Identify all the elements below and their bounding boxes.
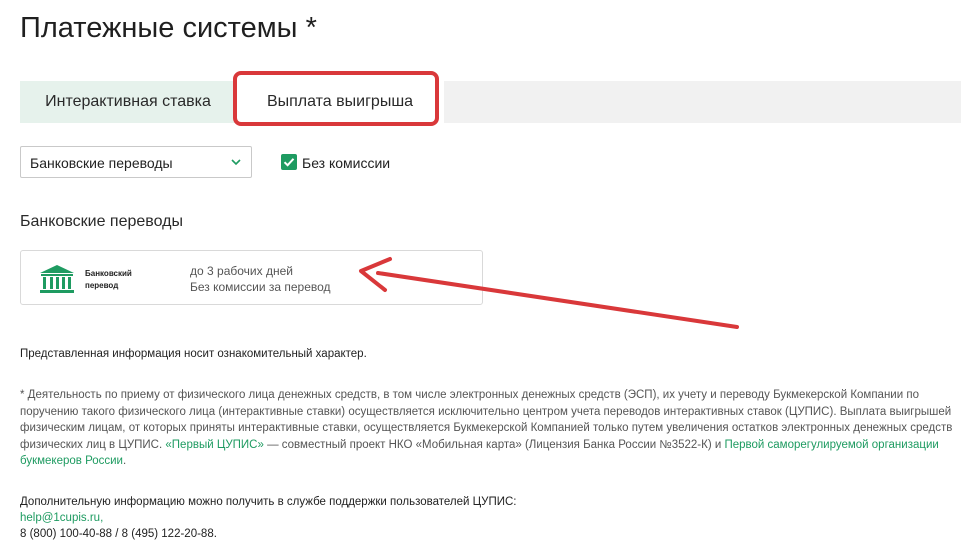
support-info: Дополнительную информацию можно получить…: [20, 494, 517, 542]
support-email-link[interactable]: help@1cupis.ru,: [20, 512, 103, 524]
section-heading: Банковские переводы: [20, 213, 183, 230]
support-phones: 8 (800) 100-40-88 / 8 (495) 122-20-88.: [20, 528, 217, 540]
chevron-down-icon: [231, 159, 241, 166]
info-notice: Представленная информация носит ознакоми…: [20, 348, 367, 360]
first-cupis-link[interactable]: «Первый ЦУПИС»: [165, 439, 264, 451]
transfer-time: до 3 рабочих дней: [190, 264, 293, 278]
legal-footnote: * Деятельность по приему от физического …: [20, 387, 955, 470]
check-icon: [283, 158, 295, 167]
select-value: Банковские переводы: [30, 155, 173, 171]
bank-transfer-name-line1: Банковский: [85, 269, 132, 278]
footnote-text-3: .: [122, 455, 127, 467]
tab-bar: Интерактивная ставка Выплата выигрыша: [20, 81, 961, 123]
support-text: Дополнительную информацию можно получить…: [20, 496, 517, 508]
no-commission-checkbox[interactable]: [281, 154, 297, 170]
bank-icon: [40, 265, 74, 293]
tab-interactive-bet[interactable]: Интерактивная ставка: [20, 81, 236, 123]
footnote-text-2: — совместный проект НКО «Мобильная карта…: [263, 438, 725, 451]
bank-transfer-card[interactable]: Банковский перевод до 3 рабочих дней Без…: [20, 250, 483, 305]
transfer-commission: Без комиссии за перевод: [190, 280, 331, 294]
page-title: Платежные системы *: [20, 12, 317, 44]
bank-transfer-name: Банковский перевод: [85, 268, 155, 292]
bank-transfer-name-line2: перевод: [85, 281, 119, 290]
no-commission-label[interactable]: Без комиссии: [302, 155, 390, 171]
payment-method-select[interactable]: Банковские переводы: [20, 146, 252, 178]
tab-payout[interactable]: Выплата выигрыша: [236, 81, 444, 123]
